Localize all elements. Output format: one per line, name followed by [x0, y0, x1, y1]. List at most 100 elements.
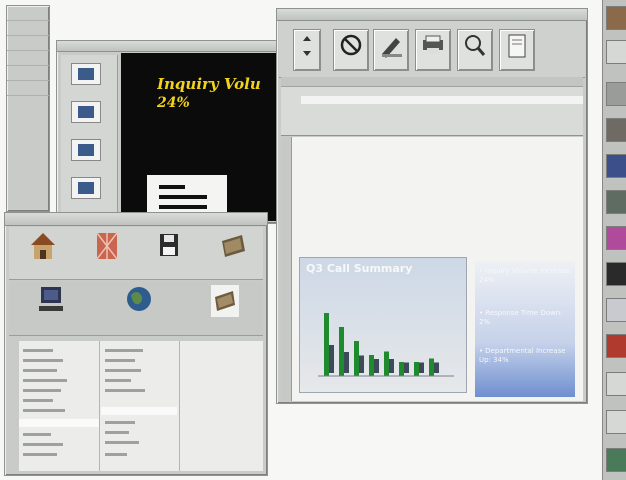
chart-bar [324, 313, 329, 376]
slide-subtitle: 24% [157, 95, 190, 111]
stop-button[interactable] [333, 29, 369, 71]
dock-icon[interactable] [606, 6, 626, 30]
web-button[interactable] [113, 281, 165, 327]
bullet-item: • Departmental Increase Up: 34% [479, 347, 566, 364]
file-manager-window [4, 212, 268, 476]
bullet-text: Response Time Down: 2% [479, 309, 563, 326]
report-toolbar [279, 21, 585, 78]
file-column[interactable] [19, 341, 100, 471]
dock-icon[interactable] [606, 226, 626, 250]
folder-button-secondary[interactable] [199, 281, 251, 327]
file-browser-columns [19, 341, 263, 471]
bar-group [318, 313, 454, 377]
dock-icon[interactable] [606, 190, 626, 214]
chart-bar [354, 341, 359, 376]
dock-icon[interactable] [606, 334, 626, 358]
slide-thumbnail[interactable] [71, 101, 101, 123]
chart-bar [434, 362, 439, 373]
file-column[interactable] [101, 341, 180, 471]
slide-thumbnail[interactable] [71, 139, 101, 161]
dock-icon[interactable] [606, 410, 626, 434]
slide-thumbnail[interactable] [71, 177, 101, 199]
print-button[interactable] [415, 29, 451, 71]
chart-bar [359, 355, 364, 373]
message-row[interactable] [301, 114, 583, 122]
folder-icon [222, 235, 245, 257]
navigate-button[interactable] [293, 29, 321, 71]
stop-icon [340, 34, 362, 56]
sidebar-row[interactable] [7, 51, 49, 66]
slide-image-icon [78, 182, 94, 194]
bullet-item: • Inquiry Volume Increase: 24% [479, 267, 572, 284]
network-icon [96, 232, 118, 260]
bullet-text: Inquiry Volume Increase: 24% [479, 267, 572, 284]
chart-bar [329, 345, 334, 373]
left-sidebar-window [6, 5, 50, 212]
file-column[interactable] [181, 341, 261, 471]
bullet-item: • Response Time Down: 2% [479, 309, 563, 326]
magnifier-icon [465, 35, 486, 56]
presentation-titlebar[interactable] [57, 41, 281, 52]
application-dock [602, 0, 626, 480]
chart-card: Q3 Call Summary [299, 257, 467, 393]
chart-bar [344, 352, 349, 373]
address-book-button[interactable] [499, 29, 535, 71]
report-window: Q3 Call Summary • Inquiry Volume Increase… [276, 8, 588, 404]
sidebar-row[interactable] [7, 6, 49, 21]
chart-bar [369, 355, 374, 376]
vertical-scrollbar[interactable] [281, 137, 292, 401]
chart-bar [389, 359, 394, 373]
dock-icon[interactable] [606, 40, 626, 64]
bullet-panel: • Inquiry Volume Increase: 24% • Response … [475, 261, 575, 397]
network-button[interactable] [81, 227, 133, 273]
slide-canvas[interactable]: Inquiry Volu 24% [121, 53, 277, 221]
house-icon [31, 233, 55, 259]
dock-icon[interactable] [606, 262, 626, 286]
computer-icon [39, 287, 63, 311]
dock-icon[interactable] [606, 82, 626, 106]
edit-icon [382, 38, 402, 58]
chart-bar [374, 359, 379, 373]
chart-bar [414, 362, 419, 376]
file-manager-places [9, 281, 263, 336]
bar-chart [318, 313, 454, 377]
slide-title: Inquiry Volu [157, 75, 261, 93]
disk-button[interactable] [143, 227, 195, 273]
arrows-icon [303, 36, 311, 56]
slide-image-icon [78, 68, 94, 80]
chart-bar [419, 362, 424, 373]
slide-image-icon [78, 106, 94, 118]
chart-bar [399, 362, 404, 376]
report-titlebar[interactable] [277, 9, 587, 21]
sidebar-row[interactable] [7, 81, 49, 96]
dock-icon[interactable] [606, 372, 626, 396]
folder-button[interactable] [207, 227, 259, 273]
desktop: Inquiry Volu 24% Q3 Call Summary • Inqui… [0, 0, 626, 480]
dock-icon[interactable] [606, 118, 626, 142]
chart-title: Q3 Call Summary [306, 262, 413, 275]
find-button[interactable] [457, 29, 493, 71]
computer-button[interactable] [25, 281, 77, 327]
message-list-header[interactable] [281, 77, 583, 87]
dock-icon[interactable] [606, 298, 626, 322]
message-row[interactable] [301, 87, 583, 95]
message-row[interactable] [301, 105, 583, 113]
message-body[interactable]: Q3 Call Summary • Inquiry Volume Increase… [281, 137, 583, 401]
sidebar-row[interactable] [7, 21, 49, 36]
file-manager-titlebar[interactable] [5, 213, 267, 226]
slide-thumbnails-panel [61, 55, 118, 221]
print-icon [423, 35, 443, 54]
presentation-window: Inquiry Volu 24% [56, 40, 282, 224]
chart-bar [429, 358, 434, 376]
home-button[interactable] [17, 227, 69, 273]
message-row-selected[interactable] [301, 96, 583, 104]
globe-icon [127, 287, 151, 311]
sidebar-row[interactable] [7, 66, 49, 81]
dock-icon[interactable] [606, 448, 626, 472]
edit-button[interactable] [373, 29, 409, 71]
sidebar-row[interactable] [7, 36, 49, 51]
slide-thumbnail[interactable] [71, 63, 101, 85]
file-manager-shelf [9, 227, 263, 280]
chart-bar [339, 327, 344, 376]
dock-icon[interactable] [606, 154, 626, 178]
